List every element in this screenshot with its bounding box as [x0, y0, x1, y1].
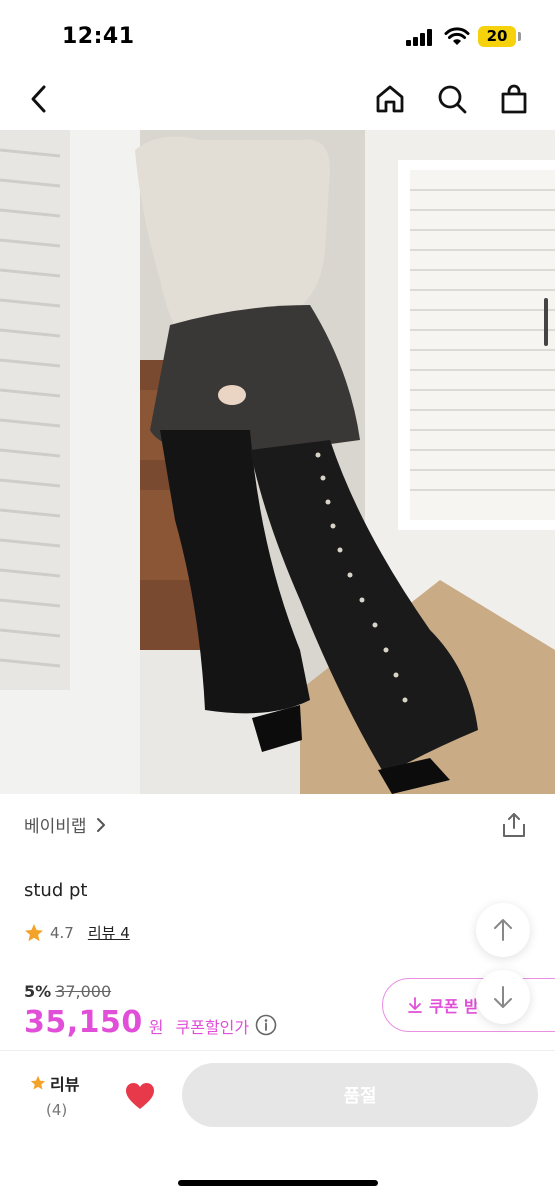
- discount-percent: 5%: [24, 982, 52, 1001]
- price-row: 35,150 원 쿠폰할인가: [24, 1005, 277, 1040]
- review-link[interactable]: 리뷰 4: [88, 922, 130, 943]
- wifi-icon: [444, 27, 470, 45]
- nav-bar: [0, 70, 555, 128]
- image-scroll-indicator: [544, 298, 548, 346]
- product-name: stud pt: [24, 880, 88, 901]
- cellular-signal-icon: [406, 29, 434, 46]
- battery-level: 20: [478, 26, 516, 47]
- back-button[interactable]: [20, 80, 58, 118]
- home-button[interactable]: [371, 80, 409, 118]
- bottom-action-bar: 리뷰 (4) 품절: [0, 1050, 555, 1200]
- brand-link[interactable]: 베이비랩: [24, 812, 107, 837]
- info-icon[interactable]: [255, 1014, 277, 1036]
- currency-label: 원: [148, 1017, 164, 1037]
- scroll-to-top-button[interactable]: [476, 903, 530, 957]
- home-icon: [376, 85, 404, 113]
- final-price: 35,150: [24, 1005, 143, 1040]
- soldout-label: 품절: [343, 1086, 377, 1107]
- original-price: 37,000: [55, 982, 112, 1001]
- cart-button[interactable]: [495, 80, 533, 118]
- battery-tip: [518, 32, 521, 41]
- search-button[interactable]: [433, 80, 471, 118]
- chevron-left-icon: [31, 85, 46, 113]
- price-block: 5% 37,000 35,150 원 쿠폰할인가: [24, 982, 277, 1040]
- review-label: 리뷰: [50, 1075, 80, 1094]
- product-photo: [0, 130, 555, 794]
- download-arrow-icon: [408, 997, 422, 1013]
- share-icon: [503, 813, 525, 837]
- scroll-to-bottom-button[interactable]: [476, 970, 530, 1024]
- discount-row: 5% 37,000: [24, 982, 277, 1001]
- search-icon: [438, 85, 467, 114]
- status-time: 12:41: [62, 24, 135, 49]
- share-button[interactable]: [500, 811, 528, 839]
- review-summary-button[interactable]: 리뷰 (4): [30, 1071, 94, 1119]
- shopping-bag-icon: [501, 84, 527, 114]
- coupon-button-label: 쿠폰 받: [429, 997, 479, 1016]
- arrow-down-icon: [494, 986, 512, 1008]
- heart-icon: [126, 1083, 154, 1109]
- soldout-button[interactable]: 품절: [182, 1063, 538, 1127]
- star-icon: [30, 1075, 46, 1090]
- review-count: (4): [46, 1101, 68, 1119]
- home-indicator: [178, 1180, 378, 1186]
- brand-name: 베이비랩: [24, 817, 87, 837]
- arrow-up-icon: [494, 919, 512, 941]
- coupon-price-label: 쿠폰할인가: [175, 1017, 250, 1037]
- status-bar: 12:41 20: [0, 0, 555, 70]
- rating-value: 4.7: [50, 923, 74, 942]
- product-image[interactable]: [0, 130, 555, 794]
- like-button[interactable]: [124, 1081, 156, 1111]
- star-icon: [25, 923, 43, 941]
- chevron-right-icon: [96, 817, 105, 832]
- review-label-row: 리뷰: [30, 1071, 94, 1095]
- rating-row: 4.7 리뷰 4: [24, 922, 130, 943]
- coupon-download-button[interactable]: 쿠폰 받: [382, 978, 555, 1032]
